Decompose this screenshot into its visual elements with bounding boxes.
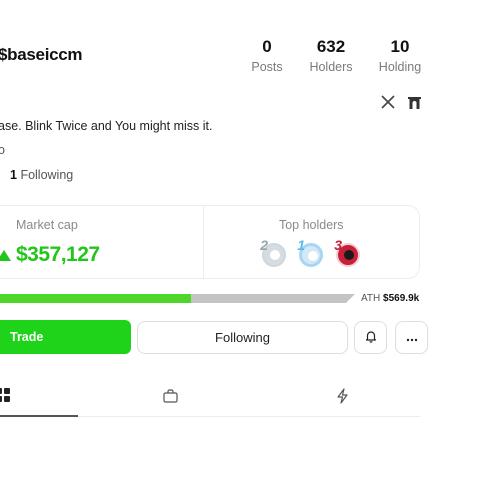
profile-bio: ase. Blink Twice and You might miss it. [0, 119, 213, 133]
market-cap-label: Market cap [16, 218, 78, 232]
stat-holders[interactable]: 632 Holders [306, 37, 356, 75]
following-button[interactable]: Following [137, 321, 348, 354]
holder-avatar-3[interactable]: 3 [334, 237, 361, 267]
notification-button[interactable] [354, 321, 387, 354]
stat-posts[interactable]: 0 Posts [246, 37, 288, 75]
stat-holding-value: 10 [390, 37, 410, 56]
top-holders-label: Top holders [278, 218, 344, 232]
holder-rank: 2 [260, 237, 269, 253]
stat-holders-value: 632 [316, 37, 346, 56]
top-holders-list: 2 1 3 [204, 237, 420, 267]
bonding-progress-bar [0, 294, 355, 303]
trade-button[interactable]: Trade [0, 320, 131, 354]
bell-icon [365, 330, 377, 346]
holder-avatar-2[interactable]: 2 [260, 237, 287, 267]
top-holders-section: Top holders 2 1 3 [202, 206, 420, 278]
stat-holding[interactable]: 10 Holding [375, 37, 425, 75]
arch-icon[interactable] [406, 94, 422, 110]
ath-value: $569.9k [383, 293, 420, 304]
stat-holders-label: Holders [309, 60, 353, 74]
x-icon[interactable] [380, 94, 396, 110]
profile-bio-line2: o [0, 143, 5, 157]
stat-posts-label: Posts [251, 60, 283, 74]
market-cap-section: Market cap $357,127 [0, 206, 203, 278]
social-links [380, 94, 422, 110]
profile-tabs [0, 380, 420, 417]
tab-posts[interactable] [0, 380, 78, 417]
triangle-up-icon [0, 249, 11, 261]
holder-rank: 1 [297, 237, 306, 253]
market-card: Market cap $357,127 Top holders 2 1 3 [0, 205, 420, 279]
bolt-icon [336, 388, 349, 409]
market-cap-value-row: $357,127 [0, 243, 100, 267]
market-cap-value: $357,127 [16, 243, 100, 266]
stat-holding-label: Holding [378, 60, 422, 74]
bag-icon [162, 389, 178, 408]
progress-fill [0, 294, 191, 303]
following-count[interactable]: 1 Following [10, 168, 73, 182]
tab-holdings[interactable] [150, 380, 190, 417]
profile-handle: $baseiccm [0, 45, 83, 64]
holder-rank: 3 [334, 237, 343, 253]
progress-track [0, 294, 355, 303]
ath-indicator: ATH $569.9k [361, 293, 419, 304]
more-icon [406, 330, 418, 345]
ath-label: ATH [361, 293, 381, 304]
following-count-label: Following [20, 168, 74, 182]
tab-activity[interactable] [322, 380, 362, 417]
stat-posts-value: 0 [262, 37, 272, 56]
holder-avatar-1[interactable]: 1 [297, 237, 324, 267]
grid-icon [0, 388, 10, 407]
following-count-value: 1 [10, 168, 17, 182]
more-options-button[interactable] [395, 321, 428, 354]
